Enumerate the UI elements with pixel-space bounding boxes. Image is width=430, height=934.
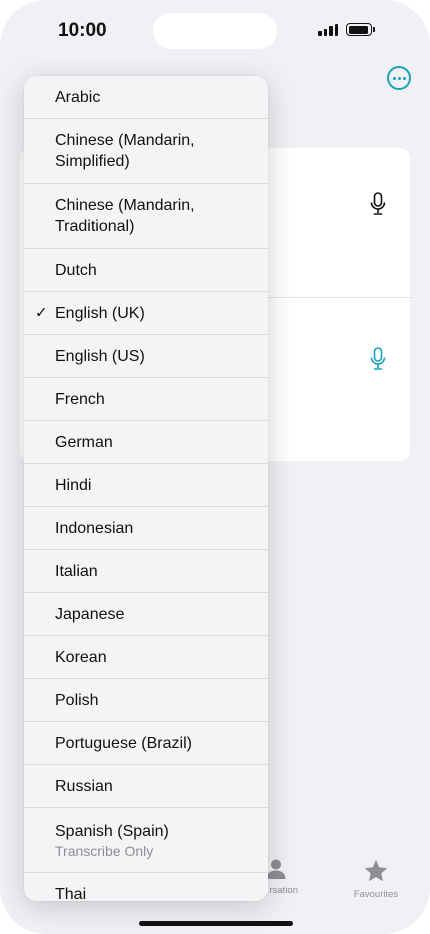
menu-item-label: Indonesian [55,519,134,537]
menu-item-label: English (US) [55,347,145,365]
battery-icon [346,23,372,36]
menu-item-label: Chinese (Mandarin, Simplified) [55,132,195,170]
menu-item-english-us[interactable]: English (US) [24,335,268,378]
menu-item-label: German [55,433,113,451]
menu-item-label: Japanese [55,605,125,623]
home-indicator [139,921,293,926]
menu-item-sublabel: Transcribe Only [55,842,154,859]
star-icon [364,859,388,882]
menu-item-label: Spanish (Spain) [55,822,169,840]
battery-tip [373,27,375,32]
menu-item-label: Portuguese (Brazil) [55,734,192,752]
menu-item-french[interactable]: French [24,378,268,421]
menu-item-dutch[interactable]: Dutch [24,249,268,292]
tab-favourites[interactable]: Favourites [340,858,412,900]
menu-item-russian[interactable]: Russian [24,765,268,808]
more-options-icon[interactable] [387,66,411,90]
menu-item-label: Hindi [55,476,92,494]
menu-item-label: Korean [55,648,107,666]
menu-item-spanish-spain[interactable]: Spanish (Spain) Transcribe Only [24,808,268,873]
menu-item-label: Russian [55,777,113,795]
menu-item-label: Thai [55,886,87,901]
menu-item-arabic[interactable]: Arabic [24,76,268,119]
language-menu: Arabic Chinese (Mandarin, Simplified) Ch… [24,76,268,901]
card-divider [248,297,412,298]
menu-item-polish[interactable]: Polish [24,679,268,722]
menu-item-label: Arabic [55,88,101,106]
menu-item-label: Chinese (Mandarin, Traditional) [55,197,195,235]
menu-item-english-uk[interactable]: ✓ English (UK) [24,292,268,335]
person-icon [266,859,286,879]
menu-item-korean[interactable]: Korean [24,636,268,679]
checkmark-icon: ✓ [35,304,48,322]
tab-favourites-label: Favourites [353,889,399,900]
phone-screen: 10:00 rsation Favourites Arabic Chinese … [0,0,430,934]
menu-item-thai[interactable]: Thai [24,873,268,901]
menu-item-label: English (UK) [55,304,145,322]
menu-item-german[interactable]: German [24,421,268,464]
dynamic-island [153,13,277,49]
status-time: 10:00 [58,20,107,41]
menu-item-portuguese-brazil[interactable]: Portuguese (Brazil) [24,722,268,765]
menu-item-chinese-traditional[interactable]: Chinese (Mandarin, Traditional) [24,184,268,249]
menu-item-label: Dutch [55,261,97,279]
menu-item-hindi[interactable]: Hindi [24,464,268,507]
microphone-icon[interactable] [370,347,386,371]
cellular-signal-icon [318,24,338,36]
menu-item-label: Polish [55,691,99,709]
menu-item-japanese[interactable]: Japanese [24,593,268,636]
microphone-icon[interactable] [370,192,386,216]
menu-item-label: French [55,390,105,408]
menu-item-italian[interactable]: Italian [24,550,268,593]
menu-item-indonesian[interactable]: Indonesian [24,507,268,550]
menu-item-label: Italian [55,562,98,580]
menu-item-chinese-simplified[interactable]: Chinese (Mandarin, Simplified) [24,119,268,184]
